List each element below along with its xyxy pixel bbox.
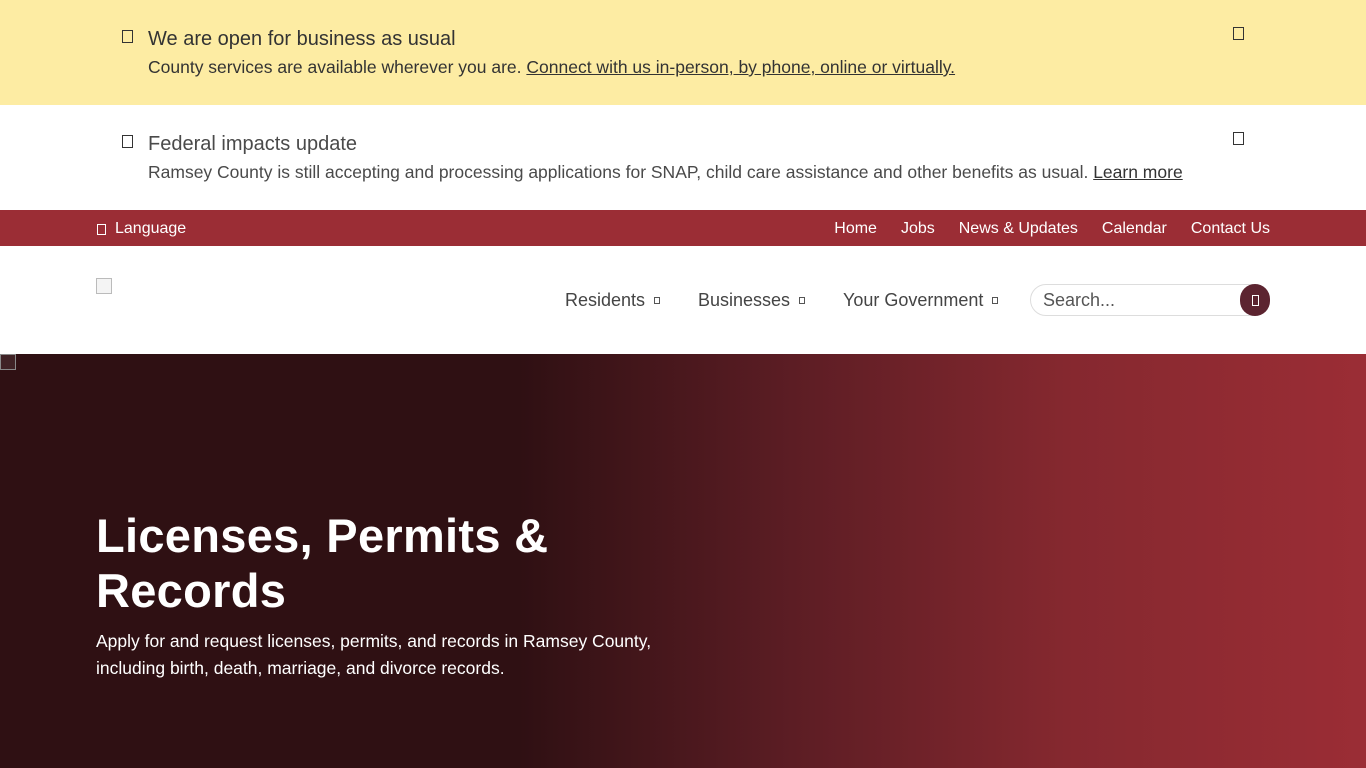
chevron-down-icon bbox=[992, 297, 999, 304]
alert-title: We are open for business as usual bbox=[148, 28, 456, 50]
utility-link-news[interactable]: News & Updates bbox=[959, 220, 1078, 238]
site-logo[interactable] bbox=[96, 278, 112, 294]
search-input[interactable] bbox=[1043, 290, 1233, 310]
utility-link-home[interactable]: Home bbox=[834, 220, 877, 238]
alert-message: Ramsey County is still accepting and pro… bbox=[148, 162, 1183, 183]
language-label: Language bbox=[115, 220, 187, 237]
page-title: Licenses, Permits & Records bbox=[96, 509, 549, 617]
nav-item-label: Businesses bbox=[698, 290, 791, 310]
nav-item-label: Your Government bbox=[843, 290, 984, 310]
site-header: Residents Businesses Your Government bbox=[0, 246, 1366, 354]
utility-link-contact[interactable]: Contact Us bbox=[1191, 220, 1270, 238]
hero-background-image bbox=[0, 354, 16, 370]
nav-item-your-government[interactable]: Your Government bbox=[843, 290, 999, 311]
page-description: Apply for and request licenses, permits,… bbox=[96, 631, 652, 678]
alert-banner-business: We are open for business as usual County… bbox=[0, 0, 1366, 105]
search-button[interactable] bbox=[1240, 284, 1270, 316]
hero-banner: Licenses, Permits & Records Apply for an… bbox=[0, 354, 1366, 768]
alert-title: Federal impacts update bbox=[148, 133, 358, 155]
nav-item-residents[interactable]: Residents bbox=[565, 290, 661, 311]
chevron-down-icon bbox=[654, 297, 661, 304]
info-icon bbox=[122, 30, 133, 43]
utility-bar: Language Home Jobs News & Updates Calend… bbox=[0, 210, 1366, 246]
alert-message-text: County services are available wherever y… bbox=[148, 57, 527, 77]
alert-message: County services are available wherever y… bbox=[148, 57, 955, 78]
utility-link-calendar[interactable]: Calendar bbox=[1102, 220, 1167, 238]
search-box bbox=[1030, 284, 1270, 316]
utility-link-jobs[interactable]: Jobs bbox=[901, 220, 935, 238]
search-icon bbox=[1251, 294, 1259, 306]
close-icon[interactable] bbox=[1233, 27, 1244, 40]
close-icon[interactable] bbox=[1233, 132, 1244, 145]
info-icon bbox=[122, 135, 133, 148]
globe-icon bbox=[97, 223, 106, 235]
alert-link-connect[interactable]: Connect with us in-person, by phone, onl… bbox=[526, 57, 955, 77]
language-selector[interactable]: Language bbox=[97, 220, 186, 238]
nav-item-label: Residents bbox=[565, 290, 646, 310]
chevron-down-icon bbox=[799, 297, 806, 304]
alert-message-text: Ramsey County is still accepting and pro… bbox=[148, 162, 1094, 182]
alert-link-learn-more[interactable]: Learn more bbox=[1093, 162, 1183, 182]
nav-item-businesses[interactable]: Businesses bbox=[698, 290, 806, 311]
utility-links: Home Jobs News & Updates Calendar Contac… bbox=[834, 220, 1270, 238]
alert-banner-federal: Federal impacts update Ramsey County is … bbox=[0, 105, 1366, 210]
